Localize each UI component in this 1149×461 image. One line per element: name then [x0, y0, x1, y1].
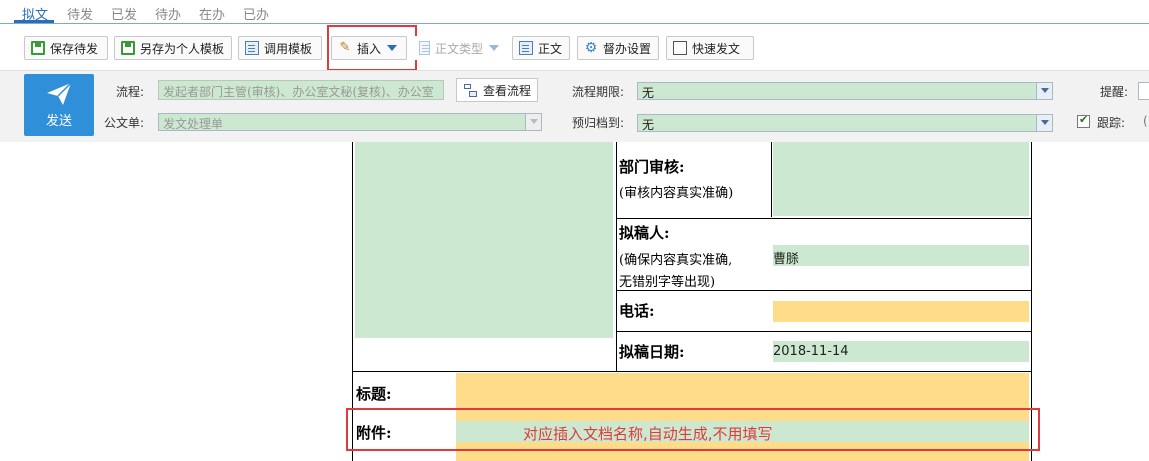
flow-label: 流程:	[116, 85, 145, 99]
track-label: 跟踪:	[1097, 116, 1126, 130]
archive-label: 预归档到:	[572, 116, 625, 130]
deadline-value: 无	[642, 86, 655, 100]
send-label: 发送	[45, 114, 72, 129]
tab-sent[interactable]: 已发	[111, 4, 137, 23]
title-label: 标题:	[356, 385, 392, 403]
drafter-note-line1: (确保内容真实准确,	[619, 253, 733, 268]
doc-form-value: 发文处理单	[163, 117, 224, 131]
send-button[interactable]: 发送	[24, 74, 94, 136]
toolbar: 保存待发 另存为个人模板 调用模板 ✎ 插入 正文类型 正文 ⚙ 督办设置 快速…	[0, 24, 1149, 71]
drafter-note-line2: 无错别字等出现)	[619, 275, 716, 290]
gear-icon: ⚙	[584, 40, 598, 56]
tab-pending-send[interactable]: 待发	[67, 4, 93, 23]
body-type-label: 正文类型	[434, 41, 483, 56]
flow-input[interactable]: 发起者部门主管(审核)、办公室文秘(复核)、办公室	[158, 80, 444, 100]
tab-in-progress[interactable]: 在办	[199, 4, 225, 23]
drafter-input[interactable]	[773, 245, 1029, 266]
supervise-settings-button[interactable]: ⚙ 督办设置	[577, 36, 659, 60]
dept-review-label: 部门审核:	[619, 158, 685, 176]
chevron-down-icon[interactable]	[1036, 83, 1052, 99]
save-template-button[interactable]: 另存为个人模板	[114, 36, 232, 60]
left-green-area[interactable]	[355, 142, 613, 338]
document-icon	[519, 41, 533, 55]
dept-review-note: (审核内容真实准确)	[619, 186, 734, 201]
tab-todo[interactable]: 待办	[155, 4, 181, 23]
chevron-down-icon[interactable]	[1036, 115, 1052, 131]
supervise-label: 督办设置	[603, 41, 652, 56]
chevron-down-icon	[489, 45, 499, 51]
quick-send-label: 快速发文	[692, 41, 741, 56]
body-label: 正文	[538, 41, 563, 56]
save-template-label: 另存为个人模板	[140, 41, 225, 56]
divider	[353, 371, 1032, 372]
track-option-radio[interactable]: (	[1143, 114, 1148, 128]
document-icon	[419, 41, 430, 55]
body-type-button[interactable]: 正文类型	[412, 36, 506, 60]
body-button[interactable]: 正文	[512, 36, 570, 60]
divider	[616, 290, 1032, 291]
track-checkbox[interactable]	[1077, 113, 1090, 128]
paper-plane-icon	[47, 82, 72, 105]
save-icon	[121, 41, 135, 55]
top-tabs: 拟文 待发 已发 待办 在办 已办	[0, 0, 1149, 24]
quick-send-button[interactable]: 快速发文	[666, 36, 754, 60]
draft-date-value: 2018-11-14	[773, 344, 849, 359]
tab-done[interactable]: 已办	[243, 4, 269, 23]
chevron-down-icon[interactable]	[525, 114, 541, 130]
draft-date-label: 拟稿日期:	[619, 343, 685, 361]
remind-label: 提醒:	[1100, 85, 1129, 99]
drafter-label: 拟稿人:	[619, 224, 670, 242]
view-flow-label: 查看流程	[483, 83, 532, 98]
view-flow-button[interactable]: 查看流程	[456, 78, 539, 102]
remind-select[interactable]	[1138, 82, 1149, 100]
use-template-button[interactable]: 调用模板	[238, 36, 322, 60]
deadline-select[interactable]: 无	[637, 82, 1053, 100]
form-header: 发送 流程: 发起者部门主管(审核)、办公室文秘(复核)、办公室 查看流程 流程…	[0, 70, 1149, 142]
archive-value: 无	[642, 118, 655, 132]
doc-form-label: 公文单:	[104, 116, 145, 130]
phone-label: 电话:	[619, 302, 655, 320]
use-template-label: 调用模板	[264, 41, 313, 56]
active-tab-indicator	[14, 20, 54, 23]
divider	[771, 142, 772, 217]
archive-select[interactable]: 无	[637, 114, 1053, 132]
dept-review-input[interactable]	[773, 142, 1029, 216]
deadline-label: 流程期限:	[572, 85, 625, 99]
doc-form-select[interactable]: 发文处理单	[158, 113, 542, 131]
checkbox-icon[interactable]	[673, 41, 687, 55]
insert-highlight-box	[327, 25, 417, 71]
flow-chart-icon	[463, 83, 478, 98]
save-draft-label: 保存待发	[50, 41, 99, 56]
divider	[616, 142, 617, 371]
phone-input[interactable]	[773, 301, 1029, 322]
divider	[616, 331, 1032, 332]
save-icon	[31, 41, 45, 55]
save-draft-button[interactable]: 保存待发	[24, 36, 108, 60]
drafter-value: 曹脎	[773, 252, 800, 267]
divider	[616, 218, 1032, 219]
document-icon	[245, 41, 259, 55]
attachment-highlight-box	[346, 408, 1040, 451]
title-input[interactable]	[456, 373, 1029, 411]
